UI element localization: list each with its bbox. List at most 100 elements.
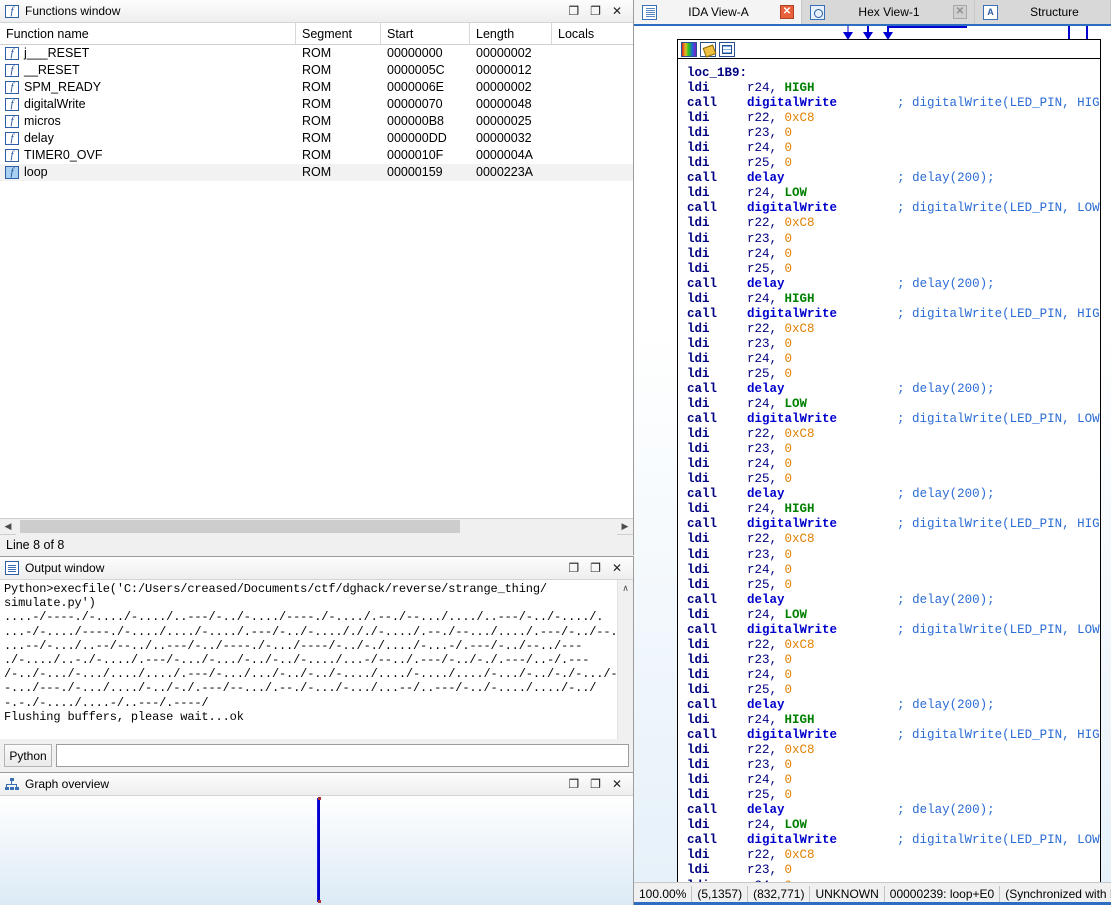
column-header-segment[interactable]: Segment	[296, 22, 381, 45]
cell-length: 00000002	[476, 46, 532, 60]
cell-locals	[552, 96, 632, 113]
cell-start: 00000159	[387, 165, 443, 179]
status-cursor: (5,1357)	[692, 885, 749, 903]
python-command-input[interactable]	[56, 744, 629, 767]
graph-overview-maximize-button[interactable]: ❐	[590, 778, 601, 790]
cell-locals	[552, 45, 632, 62]
cell-length: 0000223A	[476, 165, 534, 179]
ida-pro-window: f Functions window ❐ ❐ ✕ Function name S…	[0, 0, 1111, 905]
window-layout-icon[interactable]	[719, 41, 735, 57]
tab-label: IDA View-A	[688, 5, 749, 19]
cell-locals	[552, 130, 632, 147]
functions-horizontal-scrollbar[interactable]: ◀ ▶	[0, 518, 633, 535]
cell-start: 0000005C	[387, 63, 445, 77]
cell-length: 00000012	[476, 63, 532, 77]
python-command-bar: Python	[0, 739, 634, 772]
tab-close-icon[interactable]: ✕	[953, 5, 967, 19]
status-coords: (832,771)	[748, 885, 811, 903]
pencil-edit-icon[interactable]	[700, 41, 716, 57]
cell-function-name: f delay	[0, 130, 296, 147]
graph-overview-close-button[interactable]: ✕	[612, 778, 622, 790]
cell-start: 0000006E	[387, 80, 445, 94]
function-f-icon: f	[5, 81, 19, 94]
disassembly-text[interactable]: loc_1B9: ldi r24, HIGH call digitalWrite…	[678, 59, 1100, 882]
scroll-up-icon[interactable]: ∧	[622, 580, 629, 596]
column-header-length[interactable]: Length	[470, 22, 552, 45]
tab-hex-view-1[interactable]: Hex View-1 ✕	[802, 0, 975, 24]
graph-overview-titlebar: Graph overview ❐ ❐ ✕	[0, 773, 633, 796]
cell-length: 00000025	[476, 114, 532, 128]
graph-overview-node-bar	[317, 797, 321, 903]
graph-node-loc-1B9[interactable]: loc_1B9: ldi r24, HIGH call digitalWrite…	[677, 39, 1101, 882]
cell-start: 0000010F	[387, 148, 444, 162]
function-name-text: delay	[24, 131, 54, 145]
graph-overview-panel: Graph overview ❐ ❐ ✕	[0, 772, 634, 905]
function-name-text: micros	[24, 114, 61, 128]
graph-overview-canvas[interactable]	[0, 796, 633, 905]
graph-overview-restore-button[interactable]: ❐	[568, 778, 579, 790]
table-row[interactable]: f j___RESET ROM 00000000 00000002	[0, 45, 633, 62]
functions-table-body[interactable]: f j___RESET ROM 00000000 00000002 f __RESET ROM…	[0, 45, 633, 518]
function-name-text: j___RESET	[24, 46, 90, 60]
scroll-track[interactable]	[16, 518, 617, 535]
cell-locals	[552, 62, 632, 79]
cell-segment: ROM	[302, 148, 332, 162]
function-f-icon: f	[5, 166, 19, 179]
functions-status-text: Line 8 of 8	[0, 534, 633, 555]
table-row[interactable]: f TIMER0_OVF ROM 0000010F 0000004A	[0, 147, 633, 164]
function-f-icon: f	[5, 132, 19, 145]
column-header-start[interactable]: Start	[381, 22, 470, 45]
functions-close-button[interactable]: ✕	[612, 5, 622, 17]
output-close-button[interactable]: ✕	[612, 562, 622, 574]
cell-locals	[552, 164, 632, 181]
functions-restore-button[interactable]: ❐	[568, 5, 579, 17]
graph-node-toolbar	[678, 40, 1100, 59]
scroll-thumb[interactable]	[20, 519, 460, 533]
table-row[interactable]: f loop ROM 00000159 0000223A	[0, 164, 633, 181]
tab-ida-view-a[interactable]: IDA View-A ✕	[634, 0, 802, 24]
ida-graph-view[interactable]: loc_1B9: ldi r24, HIGH call digitalWrite…	[634, 24, 1111, 882]
tab-label: Hex View-1	[858, 5, 920, 19]
cell-length: 0000004A	[476, 148, 534, 162]
column-header-locals[interactable]: Locals	[552, 23, 632, 45]
scroll-right-icon[interactable]: ▶	[617, 519, 633, 535]
function-f-icon: f	[5, 4, 19, 18]
output-window-titlebar: Output window ❐ ❐ ✕	[0, 557, 633, 580]
status-sync: (Synchronized with Hex View-1)	[1005, 886, 1111, 901]
graph-overview-title: Graph overview	[25, 777, 110, 791]
cell-segment: ROM	[302, 165, 332, 179]
cell-segment: ROM	[302, 114, 332, 128]
hex-circle-icon	[810, 4, 825, 20]
graph-tree-icon	[5, 777, 19, 791]
output-maximize-button[interactable]: ❐	[590, 562, 601, 574]
cell-start: 000000DD	[387, 131, 447, 145]
python-mode-button[interactable]: Python	[4, 744, 52, 767]
functions-window-titlebar: f Functions window ❐ ❐ ✕	[0, 0, 633, 23]
table-row[interactable]: f SPM_READY ROM 0000006E 00000002	[0, 79, 633, 96]
cell-length: 00000048	[476, 97, 532, 111]
tab-close-icon[interactable]: ✕	[780, 5, 794, 19]
cell-segment: ROM	[302, 131, 332, 145]
color-palette-icon[interactable]	[681, 41, 697, 57]
column-header-function-name[interactable]: Function name	[0, 22, 296, 45]
cell-function-name: f SPM_READY	[0, 79, 296, 96]
status-state: UNKNOWN	[810, 885, 885, 903]
cell-function-name: f __RESET	[0, 62, 296, 79]
function-name-text: SPM_READY	[24, 80, 102, 94]
scroll-left-icon[interactable]: ◀	[0, 519, 16, 535]
structure-icon: A	[983, 4, 998, 20]
functions-maximize-button[interactable]: ❐	[590, 5, 601, 17]
table-row[interactable]: f __RESET ROM 0000005C 00000012	[0, 62, 633, 79]
graph-edge-3-horizontal	[887, 26, 967, 28]
cell-length: 00000032	[476, 131, 532, 145]
table-row[interactable]: f digitalWrite ROM 00000070 00000048	[0, 96, 633, 113]
function-f-icon: f	[5, 64, 19, 77]
function-f-icon: f	[5, 98, 19, 111]
function-name-text: loop	[24, 165, 48, 179]
output-restore-button[interactable]: ❐	[568, 562, 579, 574]
tab-structure[interactable]: A Structure	[975, 0, 1111, 24]
table-row[interactable]: f delay ROM 000000DD 00000032	[0, 130, 633, 147]
cell-length: 00000002	[476, 80, 532, 94]
cell-segment: ROM	[302, 80, 332, 94]
table-row[interactable]: f micros ROM 000000B8 00000025	[0, 113, 633, 130]
